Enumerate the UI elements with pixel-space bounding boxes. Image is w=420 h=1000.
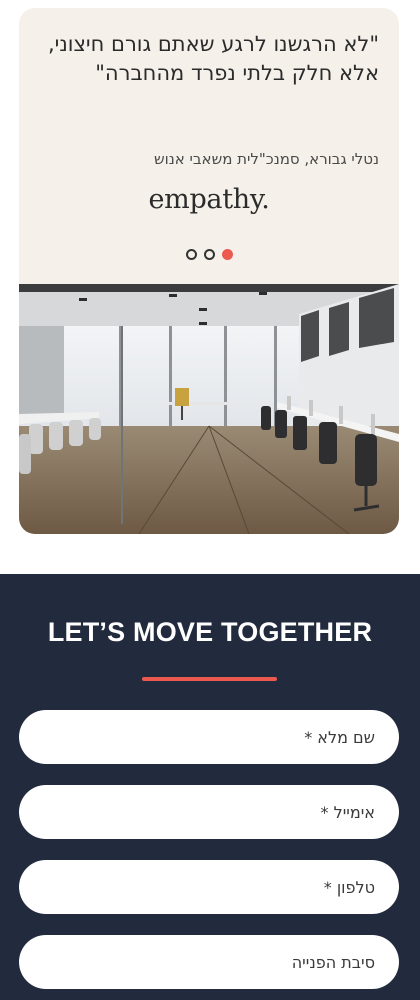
carousel-dot[interactable]	[185, 249, 197, 260]
form-title: LET’S MOVE TOGETHER	[47, 617, 373, 647]
email-input[interactable]	[19, 785, 399, 839]
carousel-dot-active[interactable]	[221, 249, 233, 260]
full-name-input[interactable]	[19, 710, 399, 764]
testimonial-card: "לא הרגשנו לרגע שאתם גורם חיצוני, אלא חל…	[19, 8, 399, 534]
inquiry-reason-input[interactable]	[19, 935, 399, 989]
contact-form-section: LET’S MOVE TOGETHER	[0, 574, 420, 1000]
testimonial-author: נטלי גבורא, סמנכ"לית משאבי אנוש	[154, 150, 379, 168]
phone-input[interactable]	[19, 860, 399, 914]
title-underline	[142, 677, 277, 681]
office-photo	[19, 284, 399, 534]
carousel-dots	[19, 249, 399, 260]
carousel-dot[interactable]	[203, 249, 215, 260]
company-logo: empathy.	[148, 184, 270, 215]
testimonial-quote: "לא הרגשנו לרגע שאתם גורם חיצוני, אלא חל…	[47, 32, 379, 85]
